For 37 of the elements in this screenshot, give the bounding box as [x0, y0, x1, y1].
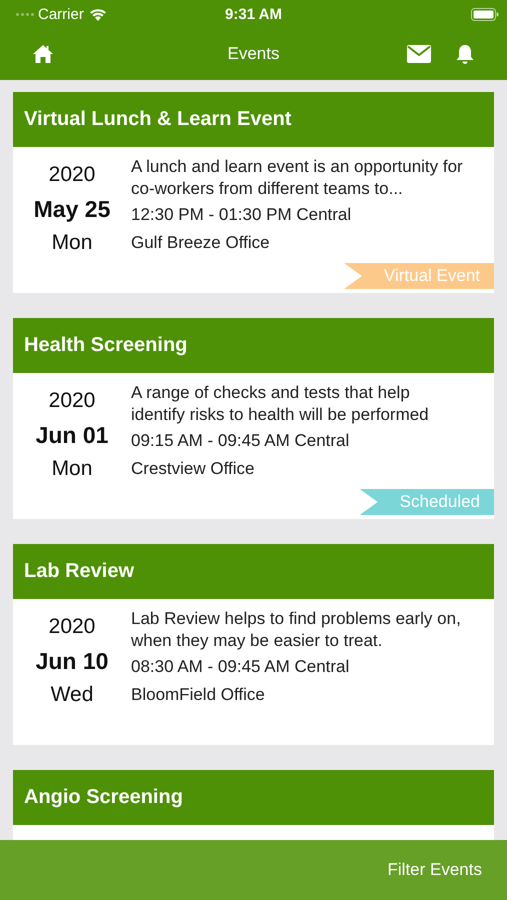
event-title: Lab Review — [24, 560, 134, 583]
event-weekday: Mon — [52, 230, 92, 256]
event-title: Angio Screening — [24, 786, 183, 809]
signal-icon — [16, 12, 34, 16]
event-date: May 25 — [34, 195, 110, 224]
event-time: 09:15 AM - 09:45 AM Central — [131, 430, 350, 452]
event-date: Jun 10 — [36, 647, 108, 676]
status-tag: Scheduled — [360, 489, 494, 515]
wifi-icon — [88, 8, 107, 20]
event-description: Lab Review helps to find problems early on, when they may be easier to treat. — [131, 608, 462, 652]
screen-title: Events — [228, 44, 280, 64]
event-location: Crestview Office — [131, 458, 256, 480]
battery-icon — [471, 8, 499, 20]
event-weekday: Wed — [50, 682, 94, 708]
status-tag: Virtual Event — [344, 263, 494, 289]
notification-bell-icon[interactable] — [455, 44, 475, 64]
event-title: Health Screening — [24, 334, 188, 357]
event-title: Virtual Lunch & Learn Event — [24, 108, 292, 131]
event-location: BloomField Office — [131, 684, 266, 706]
event-card[interactable]: Virtual Lunch & Learn Event 2020 May 25 Mon A lunch and learn event is an opportunity for co-workers from different teams to... 12:30 PM - 01:30 PM Central Gulf Breeze Office Virtual Event — [13, 92, 494, 293]
event-weekday: Mon — [52, 456, 92, 482]
event-card[interactable]: Lab Review 2020 Jun 10 Wed Lab Review helps to find problems early on, when they may be easier to treat. 08:30 AM - 09:45 AM Central BloomField Office — [13, 544, 494, 745]
event-time: 08:30 AM - 09:45 AM Central — [131, 656, 350, 678]
event-card[interactable]: Health Screening 2020 Jun 01 Mon A range of checks and tests that help identify risks to health will be performed 09:15 AM - 09:45 AM Central Crestview Office Scheduled — [13, 318, 494, 519]
event-year: 2020 — [48, 614, 96, 640]
event-year: 2020 — [48, 162, 96, 188]
event-time: 12:30 PM - 01:30 PM Central — [131, 204, 352, 226]
event-date: Jun 01 — [36, 421, 108, 450]
event-year: 2020 — [48, 388, 96, 414]
carrier-name: Carrier — [38, 6, 84, 22]
event-card[interactable]: Angio Screening — [13, 770, 494, 840]
event-location: Gulf Breeze Office — [131, 232, 271, 254]
home-icon[interactable] — [32, 44, 54, 64]
event-description: A range of checks and tests that help identify risks to health will be performed — [131, 382, 430, 426]
status-time: 9:31 AM — [225, 6, 282, 22]
mail-icon[interactable] — [407, 45, 431, 63]
event-description: A lunch and learn event is an opportunity for co-workers from different teams to... — [131, 156, 464, 200]
